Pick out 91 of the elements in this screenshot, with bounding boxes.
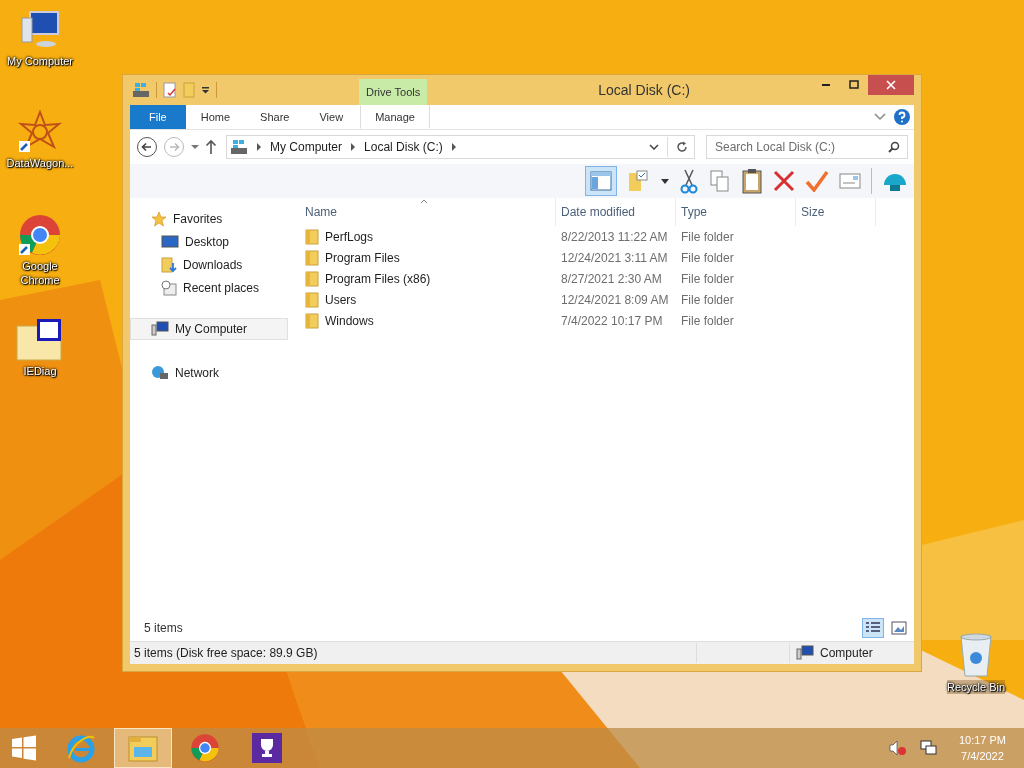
- close-button[interactable]: [868, 75, 914, 95]
- folder-icon: [305, 249, 319, 266]
- table-cell-text: 7/4/2022 10:17 PM: [560, 313, 664, 328]
- windows-logo-icon: [11, 735, 37, 761]
- preview-pane-button[interactable]: [585, 166, 617, 196]
- table-cell-text: File folder: [680, 313, 735, 328]
- dropdown-icon[interactable]: [649, 144, 659, 150]
- drive-icon[interactable]: [132, 81, 150, 99]
- ribbon-tab[interactable]: View: [304, 105, 359, 129]
- properties-icon[interactable]: [163, 82, 177, 98]
- column-header[interactable]: Type: [676, 198, 796, 226]
- recycle-bin-icon[interactable]: [958, 632, 994, 678]
- back-button-icon[interactable]: [136, 136, 158, 158]
- details-list-icon: [865, 621, 881, 635]
- search-icon: [888, 141, 900, 153]
- folder-icon[interactable]: [15, 318, 65, 362]
- scissors-icon[interactable]: [679, 168, 699, 194]
- expand-ribbon-icon[interactable]: [874, 113, 886, 121]
- downloads-folder-icon: [161, 257, 177, 273]
- image-icon: [891, 621, 907, 635]
- folder-icon: [305, 291, 319, 308]
- checkmark-icon[interactable]: [805, 170, 829, 192]
- computer-icon: [151, 321, 169, 337]
- nav-item[interactable]: Desktop: [130, 231, 288, 253]
- table-cell-text: File folder: [680, 250, 735, 265]
- nav-item[interactable]: My Computer: [130, 318, 288, 340]
- ribbon-tab[interactable]: Share: [245, 105, 305, 129]
- column-header[interactable]: Date modified: [556, 198, 676, 226]
- preview-pane-icon: [589, 169, 613, 193]
- large-icons-view-button[interactable]: [888, 618, 910, 638]
- network-icon: [151, 365, 169, 381]
- table-cell-text: File folder: [680, 292, 735, 307]
- table-cell-text: File folder: [680, 229, 735, 244]
- item-count: 5 items: [144, 621, 183, 635]
- trophy-icon: [252, 733, 282, 763]
- context-tab-group-label: Drive Tools: [359, 79, 428, 105]
- up-arrow-icon[interactable]: [205, 139, 217, 155]
- drive-icon: [230, 138, 248, 156]
- file-name[interactable]: Program Files: [325, 250, 400, 265]
- column-header[interactable]: Name: [300, 198, 556, 226]
- close-icon: [886, 80, 896, 90]
- recent-locations-icon[interactable]: [190, 144, 200, 150]
- dropdown-icon[interactable]: [201, 86, 210, 94]
- delete-icon[interactable]: [773, 170, 795, 192]
- file-name[interactable]: PerfLogs: [325, 229, 374, 244]
- breadcrumb[interactable]: My Computer: [270, 140, 343, 154]
- clipboard-icon[interactable]: [741, 168, 763, 194]
- maximize-icon: [849, 80, 859, 90]
- table-cell-text: 8/27/2021 2:30 AM: [560, 271, 663, 286]
- table-cell-text: File folder: [680, 271, 735, 286]
- refresh-icon[interactable]: [676, 141, 688, 153]
- nav-item[interactable]: Recent places: [130, 277, 288, 299]
- nav-item[interactable]: Downloads: [130, 254, 288, 276]
- details-view-button[interactable]: [862, 618, 884, 638]
- desktop-icon: [161, 235, 179, 249]
- window-title: Local Disk (C:): [598, 82, 690, 98]
- file-name[interactable]: Program Files (x86): [325, 271, 431, 286]
- table-cell-text: 12/24/2021 8:09 AM: [560, 292, 670, 307]
- help-icon[interactable]: [894, 109, 910, 125]
- computer-icon: [796, 645, 814, 661]
- chevron-icon[interactable]: [450, 143, 457, 151]
- folder-icon: [127, 733, 159, 763]
- folder-icon: [305, 312, 319, 329]
- nav-item[interactable]: Favorites: [130, 208, 288, 230]
- dropdown-icon[interactable]: [661, 178, 669, 184]
- nav-item[interactable]: Network: [130, 362, 288, 384]
- folder-icon: [305, 270, 319, 287]
- chrome-icon[interactable]: [18, 213, 62, 257]
- chevron-icon[interactable]: [350, 143, 357, 151]
- star-icon: [151, 211, 167, 227]
- search-field[interactable]: Search Local Disk (C:): [706, 135, 908, 159]
- star-shortcut-icon[interactable]: [18, 110, 62, 154]
- status-location: Computer: [820, 646, 874, 660]
- breadcrumb[interactable]: Local Disk (C:): [364, 140, 443, 154]
- network-status-icon[interactable]: [918, 739, 937, 757]
- table-cell-text: 8/22/2013 11:22 AM: [560, 229, 669, 244]
- ribbon-tab[interactable]: File: [130, 105, 186, 129]
- folder-icon: [305, 228, 319, 245]
- muted-speaker-icon[interactable]: [888, 740, 907, 756]
- chrome-icon: [190, 733, 220, 763]
- address-bar[interactable]: My Computer Local Disk (C:): [226, 135, 695, 159]
- chevron-icon[interactable]: [256, 143, 262, 151]
- table-cell-text: 12/24/2021 3:11 AM: [560, 250, 669, 265]
- ribbon-tab[interactable]: Home: [185, 105, 246, 129]
- file-name[interactable]: Windows: [325, 313, 374, 328]
- file-name[interactable]: Users: [325, 292, 357, 307]
- ribbon-tab[interactable]: Manage: [360, 105, 431, 129]
- column-header[interactable]: Size: [796, 198, 876, 226]
- status-text: 5 items (Disk free space: 89.9 GB): [134, 646, 318, 660]
- minimize-icon: [822, 84, 830, 86]
- recent-places-icon: [161, 280, 177, 296]
